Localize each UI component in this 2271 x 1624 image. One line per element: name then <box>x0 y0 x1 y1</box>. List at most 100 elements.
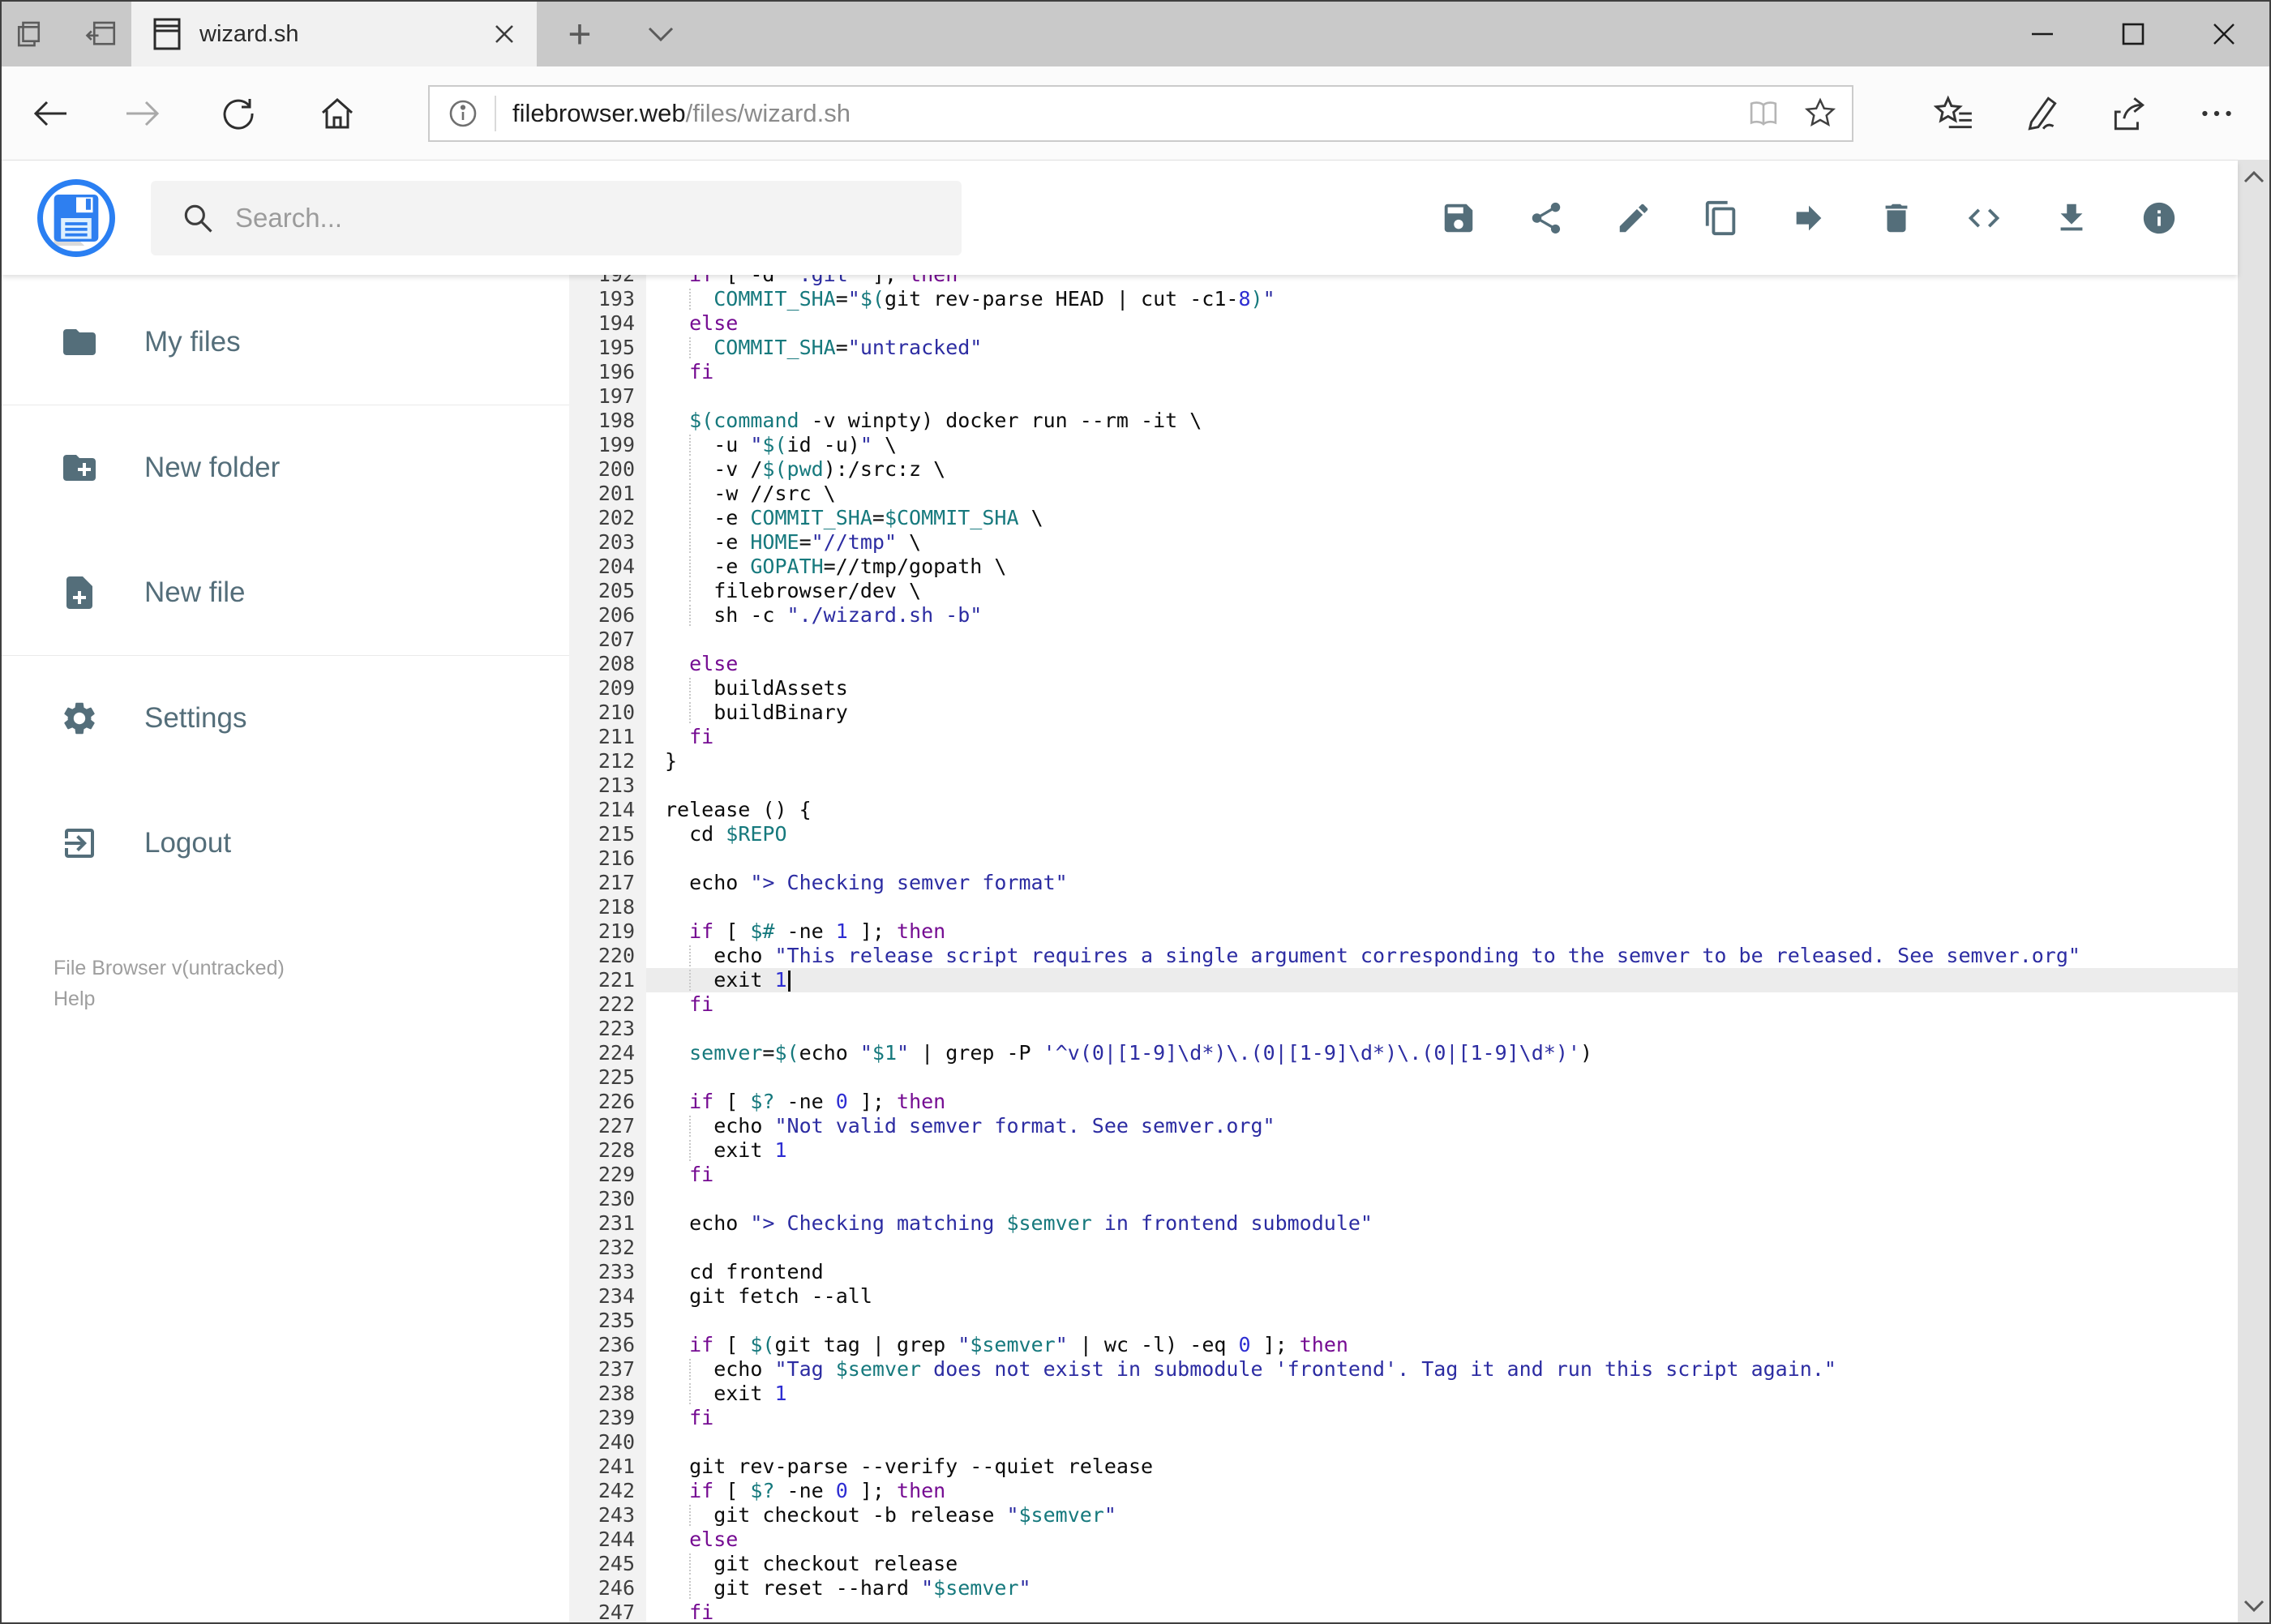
code-line[interactable]: $(command -v winpty) docker run --rm -it… <box>646 409 2238 433</box>
refresh-icon[interactable] <box>216 91 261 136</box>
sidebar-item-new-file[interactable]: New file <box>2 548 569 637</box>
scroll-down-icon[interactable] <box>2243 1600 2265 1613</box>
set-aside-tabs-icon[interactable] <box>84 17 118 51</box>
annotate-pen-icon[interactable] <box>2021 93 2062 134</box>
code-line[interactable] <box>646 1430 2238 1455</box>
code-line[interactable] <box>646 1309 2238 1333</box>
code-line[interactable]: exit 1 <box>646 968 2238 992</box>
code-line[interactable]: fi <box>646 1600 2238 1622</box>
code-line[interactable]: -e GOPATH=//tmp/gopath \ <box>646 555 2238 579</box>
code-line[interactable]: -e COMMIT_SHA=$COMMIT_SHA \ <box>646 506 2238 530</box>
code-line[interactable]: -u "$(id -u)" \ <box>646 433 2238 457</box>
code-line[interactable]: git reset --hard "$semver" <box>646 1576 2238 1600</box>
code-line[interactable]: sh -c "./wizard.sh -b" <box>646 603 2238 628</box>
tab-preview-chevron-icon[interactable] <box>631 26 691 42</box>
code-line[interactable]: echo "Not valid semver format. See semve… <box>646 1114 2238 1138</box>
code-line[interactable]: fi <box>646 1163 2238 1187</box>
code-line[interactable]: if [ $# -ne 1 ]; then <box>646 919 2238 944</box>
search-input[interactable] <box>235 202 962 234</box>
code-line[interactable] <box>646 846 2238 871</box>
code-line[interactable]: -w //src \ <box>646 482 2238 506</box>
browser-tab[interactable]: wizard.sh <box>131 2 537 66</box>
favorite-star-icon[interactable] <box>1803 96 1837 131</box>
code-line[interactable] <box>646 628 2238 652</box>
code-line[interactable]: echo "Tag $semver does not exist in subm… <box>646 1357 2238 1382</box>
copy-button[interactable] <box>1703 199 1740 237</box>
site-info-icon[interactable] <box>448 98 478 129</box>
delete-button[interactable] <box>1878 199 1915 237</box>
code-line[interactable]: } <box>646 749 2238 773</box>
code-line[interactable]: COMMIT_SHA="untracked" <box>646 336 2238 360</box>
code-line[interactable]: exit 1 <box>646 1382 2238 1406</box>
code-line[interactable]: filebrowser/dev \ <box>646 579 2238 603</box>
new-tab-icon[interactable]: + <box>550 11 610 58</box>
sidebar-item-my-files[interactable]: My files <box>2 298 569 387</box>
tabs-you-set-aside-icon[interactable] <box>15 17 49 51</box>
code-line[interactable]: if [ -d ".git" ]; then <box>646 275 2238 287</box>
code-line[interactable]: cd $REPO <box>646 822 2238 846</box>
close-tab-icon[interactable] <box>493 23 516 45</box>
code-line[interactable] <box>646 895 2238 919</box>
share-button[interactable] <box>1528 199 1565 237</box>
hub-favorites-icon[interactable] <box>1934 93 1974 134</box>
code-line[interactable]: buildBinary <box>646 701 2238 725</box>
code-line[interactable] <box>646 384 2238 409</box>
code-line[interactable]: fi <box>646 360 2238 384</box>
code-line[interactable]: else <box>646 1528 2238 1552</box>
code-line[interactable]: git fetch --all <box>646 1284 2238 1309</box>
filebrowser-logo[interactable] <box>37 178 115 257</box>
info-button[interactable] <box>2140 199 2178 237</box>
code-line[interactable]: git rev-parse --verify --quiet release <box>646 1455 2238 1479</box>
back-icon[interactable] <box>28 91 73 136</box>
code-line[interactable] <box>646 1065 2238 1090</box>
code-line[interactable]: echo "> Checking matching $semver in fro… <box>646 1211 2238 1236</box>
code-line[interactable]: buildAssets <box>646 676 2238 701</box>
code-line[interactable]: git checkout release <box>646 1552 2238 1576</box>
code-line[interactable]: release () { <box>646 798 2238 822</box>
code-line[interactable] <box>646 1017 2238 1041</box>
code-line[interactable]: -e HOME="//tmp" \ <box>646 530 2238 555</box>
code-line[interactable]: echo "This release script requires a sin… <box>646 944 2238 968</box>
code-line[interactable]: if [ $? -ne 0 ]; then <box>646 1479 2238 1503</box>
code-line[interactable]: if [ $(git tag | grep "$semver" | wc -l)… <box>646 1333 2238 1357</box>
code-button[interactable] <box>1965 199 2003 237</box>
home-icon[interactable] <box>315 91 360 136</box>
minimize-button[interactable] <box>1997 2 2088 66</box>
code-line[interactable]: if [ $? -ne 0 ]; then <box>646 1090 2238 1114</box>
code-line[interactable]: echo "> Checking semver format" <box>646 871 2238 895</box>
url-text[interactable]: filebrowser.web/files/wizard.sh <box>512 99 851 128</box>
code-line[interactable]: fi <box>646 1406 2238 1430</box>
move-button[interactable] <box>1790 199 1828 237</box>
search-bar[interactable] <box>151 180 962 255</box>
code-line[interactable]: fi <box>646 725 2238 749</box>
sidebar-item-new-folder[interactable]: New folder <box>2 423 569 512</box>
save-button[interactable] <box>1440 199 1477 237</box>
code-line[interactable]: else <box>646 652 2238 676</box>
help-link[interactable]: Help <box>54 983 569 1014</box>
share-icon[interactable] <box>2109 93 2149 134</box>
url-bar[interactable]: filebrowser.web/files/wizard.sh <box>428 84 1853 142</box>
code-line[interactable] <box>646 1236 2238 1260</box>
code-line[interactable]: COMMIT_SHA="$(git rev-parse HEAD | cut -… <box>646 287 2238 311</box>
page-scrollbar[interactable] <box>2238 161 2269 1622</box>
close-window-button[interactable] <box>2179 2 2269 66</box>
code-editor[interactable]: 1921931941951961971981992002012022032042… <box>569 275 2238 1622</box>
code-line[interactable]: exit 1 <box>646 1138 2238 1163</box>
download-button[interactable] <box>2053 199 2090 237</box>
code-line[interactable] <box>646 773 2238 798</box>
code-line[interactable]: -v /$(pwd):/src:z \ <box>646 457 2238 482</box>
code-line[interactable]: fi <box>646 992 2238 1017</box>
editor-code[interactable]: if [ -d ".git" ]; then COMMIT_SHA="$(git… <box>646 275 2238 1622</box>
sidebar-item-settings[interactable]: Settings <box>2 674 569 763</box>
forward-icon[interactable] <box>120 91 165 136</box>
scroll-up-icon[interactable] <box>2243 170 2265 183</box>
code-line[interactable]: semver=$(echo "$1" | grep -P '^v(0|[1-9]… <box>646 1041 2238 1065</box>
sidebar-item-logout[interactable]: Logout <box>2 799 569 888</box>
edit-button[interactable] <box>1615 199 1652 237</box>
code-line[interactable] <box>646 1187 2238 1211</box>
more-icon[interactable] <box>2196 93 2237 134</box>
code-line[interactable]: cd frontend <box>646 1260 2238 1284</box>
code-line[interactable]: git checkout -b release "$semver" <box>646 1503 2238 1528</box>
code-line[interactable]: else <box>646 311 2238 336</box>
maximize-button[interactable] <box>2088 2 2179 66</box>
